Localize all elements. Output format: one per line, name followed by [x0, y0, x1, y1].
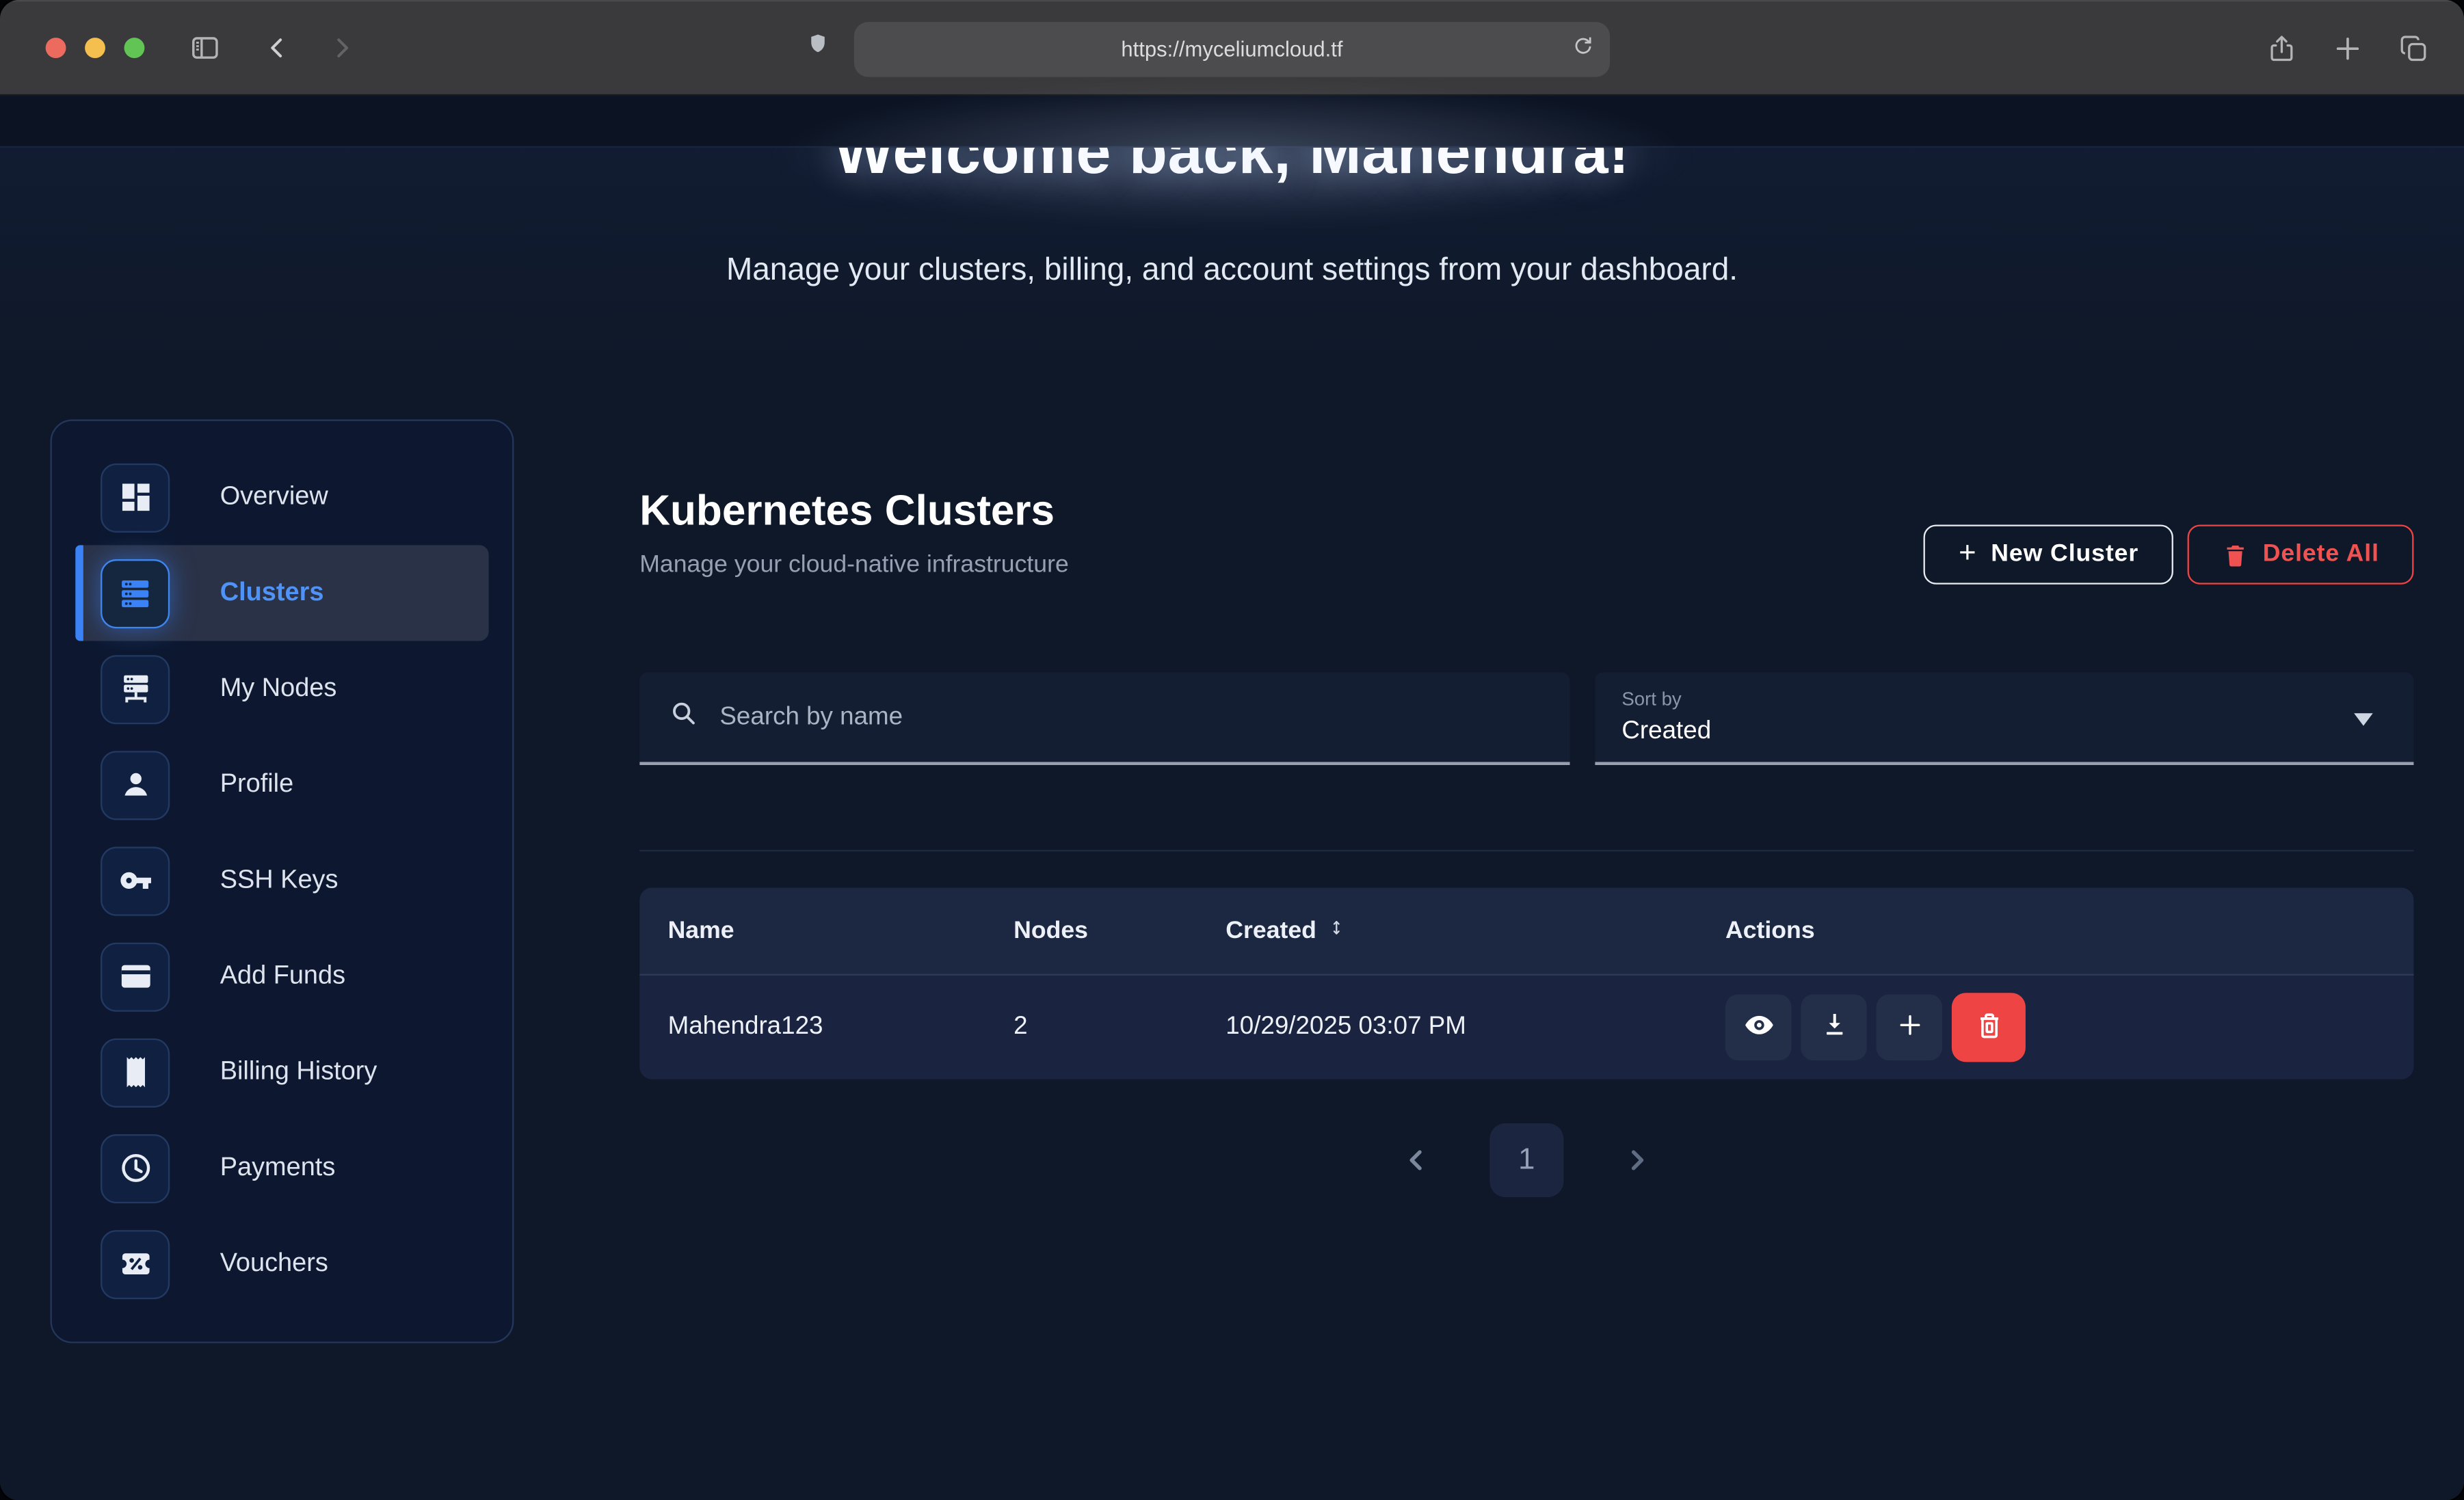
page-title: Kubernetes Clusters [639, 487, 1069, 535]
welcome-subtitle: Manage your clusters, billing, and accou… [0, 252, 2464, 289]
url-text: https://myceliumcloud.tf [1121, 38, 1342, 61]
close-window-button[interactable] [46, 38, 66, 58]
key-icon [101, 846, 170, 915]
top-scroll-band [0, 96, 2464, 148]
download-icon [1819, 1010, 1849, 1045]
search-input[interactable] [717, 701, 1438, 733]
sort-value: Created [1621, 718, 2413, 746]
column-header-nodes: Nodes [1014, 917, 1226, 945]
credit-card-icon [101, 942, 170, 1011]
sort-label: Sort by [1621, 688, 2413, 710]
download-kubeconfig-button[interactable] [1801, 995, 1867, 1061]
plus-icon [1894, 1010, 1924, 1045]
new-tab-icon[interactable] [2332, 32, 2363, 64]
main-content: Kubernetes Clusters Manage your cloud-na… [639, 420, 2413, 1197]
sidebar-item-clusters[interactable]: Clusters [75, 545, 488, 641]
table-header: Name Nodes Created [639, 887, 2413, 976]
receipt-icon [101, 1038, 170, 1107]
sidebar-item-add-funds[interactable]: Add Funds [75, 928, 488, 1024]
sidebar-item-label: Add Funds [220, 961, 345, 991]
sidebar-item-label: Clusters [220, 578, 324, 608]
cell-cluster-name: Mahendra123 [668, 1013, 1014, 1041]
privacy-shield-icon[interactable] [804, 29, 831, 67]
sidebar-item-overview[interactable]: Overview [75, 449, 488, 545]
tab-overview-icon[interactable] [2398, 32, 2429, 64]
sidebar-item-label: Payments [220, 1153, 336, 1183]
section-divider [639, 850, 2413, 851]
sidebar-item-ssh-keys[interactable]: SSH Keys [75, 833, 488, 928]
browser-window: https://myceliumcloud.tf [0, 0, 2464, 1500]
sidebar-item-profile[interactable]: Profile [75, 737, 488, 833]
sort-updown-icon [1326, 915, 1347, 946]
page-number-button[interactable]: 1 [1489, 1123, 1563, 1197]
voucher-icon [101, 1229, 170, 1298]
sidebar-item-label: Vouchers [220, 1249, 328, 1279]
back-button[interactable] [263, 33, 293, 63]
trash-icon [1973, 1009, 2004, 1045]
zoom-window-button[interactable] [124, 38, 145, 58]
clusters-table: Name Nodes Created [639, 887, 2413, 1079]
dashboard-icon [101, 463, 170, 532]
share-icon[interactable] [2266, 32, 2297, 64]
sidebar-item-label: Billing History [220, 1057, 377, 1087]
sidebar-item-label: SSH Keys [220, 866, 339, 896]
sidebar-item-billing-history[interactable]: Billing History [75, 1024, 488, 1120]
column-header-created[interactable]: Created [1226, 915, 1725, 946]
add-node-button[interactable] [1877, 995, 1943, 1061]
clusters-icon [101, 559, 170, 628]
column-header-actions: Actions [1725, 917, 2385, 945]
sidebar-item-label: Overview [220, 482, 328, 512]
chevron-down-icon [2354, 713, 2373, 725]
search-field[interactable] [639, 672, 1569, 765]
minimize-window-button[interactable] [85, 38, 105, 58]
sidebar-item-label: My Nodes [220, 674, 337, 704]
next-page-button[interactable] [1621, 1145, 1652, 1175]
cell-cluster-created: 10/29/2025 03:07 PM [1226, 1013, 1725, 1041]
view-cluster-button[interactable] [1725, 995, 1792, 1061]
dashboard-page: Welcome back, Mahendra! Manage your clus… [0, 96, 2464, 1500]
nodes-icon [101, 654, 170, 723]
previous-page-button[interactable] [1402, 1145, 1432, 1175]
sort-select[interactable]: Sort by Created [1595, 672, 2413, 765]
new-cluster-button[interactable]: + New Cluster [1924, 524, 2173, 584]
reload-icon[interactable] [1571, 33, 1596, 66]
clock-icon [101, 1134, 170, 1203]
table-row: Mahendra123 2 10/29/2025 03:07 PM [639, 976, 2413, 1080]
pagination: 1 [639, 1123, 2413, 1197]
profile-icon [101, 750, 170, 819]
sidebar-nav: Overview Clusters [51, 420, 514, 1343]
plus-icon: + [1959, 537, 1976, 572]
cell-cluster-nodes: 2 [1014, 1013, 1226, 1041]
row-actions [1725, 993, 2385, 1062]
delete-cluster-button[interactable] [1952, 993, 2026, 1062]
sidebar-item-payments[interactable]: Payments [75, 1120, 488, 1216]
address-bar[interactable]: https://myceliumcloud.tf [854, 22, 1610, 77]
window-controls [46, 38, 145, 58]
sidebar-toggle-icon[interactable] [189, 31, 222, 64]
sidebar-item-my-nodes[interactable]: My Nodes [75, 641, 488, 737]
delete-all-button[interactable]: Delete All [2187, 524, 2413, 584]
sidebar-item-label: Profile [220, 770, 293, 800]
search-icon [668, 697, 700, 736]
eye-icon [1742, 1008, 1775, 1046]
forward-button[interactable] [327, 33, 357, 63]
page-subtitle: Manage your cloud-native infrastructure [639, 552, 1069, 580]
column-header-name: Name [668, 917, 1014, 945]
trash-icon [2222, 541, 2249, 568]
sidebar-item-vouchers[interactable]: Vouchers [75, 1216, 488, 1312]
browser-toolbar: https://myceliumcloud.tf [0, 0, 2464, 96]
